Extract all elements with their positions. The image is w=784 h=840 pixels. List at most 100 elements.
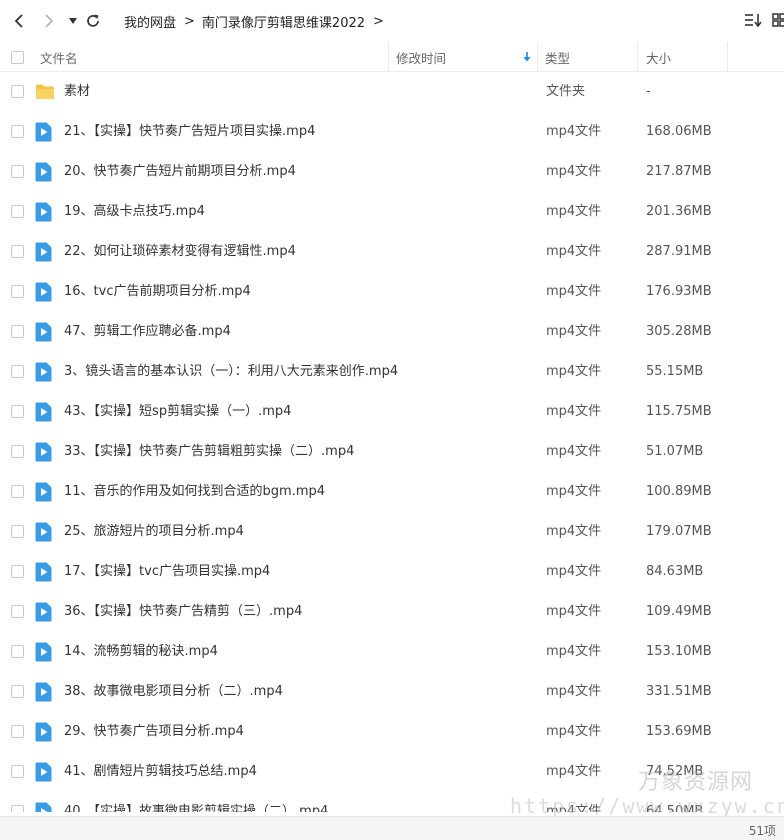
row-checkbox[interactable] bbox=[11, 525, 24, 538]
row-checkbox[interactable] bbox=[11, 485, 24, 498]
row-checkbox[interactable] bbox=[11, 805, 24, 812]
file-size: 115.75MB bbox=[646, 404, 712, 419]
file-row[interactable]: 16、tvc广告前期项目分析.mp4 mp4文件 176.93MB bbox=[0, 272, 784, 312]
file-name[interactable]: 16、tvc广告前期项目分析.mp4 bbox=[64, 272, 251, 312]
view-mode-button[interactable] bbox=[772, 12, 784, 32]
file-size: 100.89MB bbox=[646, 484, 712, 499]
row-checkbox[interactable] bbox=[11, 165, 24, 178]
breadcrumb-item-root[interactable]: 我的网盘 bbox=[124, 12, 176, 31]
video-file-icon bbox=[35, 362, 52, 386]
row-checkbox[interactable] bbox=[11, 325, 24, 338]
row-checkbox[interactable] bbox=[11, 125, 24, 138]
video-file-icon bbox=[35, 762, 52, 786]
column-type[interactable]: 类型 bbox=[545, 42, 570, 72]
file-type: mp4文件 bbox=[546, 404, 602, 419]
file-size: 287.91MB bbox=[646, 244, 712, 259]
file-name[interactable]: 40、【实操】故事微电影剪辑实操（二）.mp4 bbox=[64, 792, 328, 812]
file-name[interactable]: 21、【实操】快节奏广告短片项目实操.mp4 bbox=[64, 112, 315, 152]
file-row[interactable]: 43、【实操】短sp剪辑实操（一）.mp4 mp4文件 115.75MB bbox=[0, 392, 784, 432]
file-type: mp4文件 bbox=[546, 524, 602, 539]
file-name[interactable]: 47、剪辑工作应聘必备.mp4 bbox=[64, 312, 231, 352]
row-checkbox[interactable] bbox=[11, 605, 24, 618]
file-name[interactable]: 17、【实操】tvc广告项目实操.mp4 bbox=[64, 552, 270, 592]
breadcrumb-separator[interactable]: > bbox=[373, 14, 384, 29]
file-size: 74.52MB bbox=[646, 764, 704, 779]
back-button[interactable] bbox=[6, 8, 32, 34]
file-row[interactable]: 21、【实操】快节奏广告短片项目实操.mp4 mp4文件 168.06MB bbox=[0, 112, 784, 152]
row-checkbox[interactable] bbox=[11, 725, 24, 738]
file-row[interactable]: 14、流畅剪辑的秘诀.mp4 mp4文件 153.10MB bbox=[0, 632, 784, 672]
file-type: mp4文件 bbox=[546, 804, 602, 812]
sort-button[interactable] bbox=[744, 12, 762, 32]
file-row[interactable]: 19、高级卡点技巧.mp4 mp4文件 201.36MB bbox=[0, 192, 784, 232]
chevron-left-icon bbox=[14, 14, 23, 28]
file-row[interactable]: 22、如何让琐碎素材变得有逻辑性.mp4 mp4文件 287.91MB bbox=[0, 232, 784, 272]
file-name[interactable]: 14、流畅剪辑的秘诀.mp4 bbox=[64, 632, 218, 672]
file-row[interactable]: 17、【实操】tvc广告项目实操.mp4 mp4文件 84.63MB bbox=[0, 552, 784, 592]
column-divider[interactable] bbox=[388, 42, 389, 72]
checkbox[interactable] bbox=[11, 50, 24, 64]
row-checkbox[interactable] bbox=[11, 365, 24, 378]
file-type: mp4文件 bbox=[546, 444, 602, 459]
file-row[interactable]: 36、【实操】快节奏广告精剪（三）.mp4 mp4文件 109.49MB bbox=[0, 592, 784, 632]
file-row[interactable]: 25、旅游短片的项目分析.mp4 mp4文件 179.07MB bbox=[0, 512, 784, 552]
row-checkbox[interactable] bbox=[11, 205, 24, 218]
file-type: mp4文件 bbox=[546, 604, 602, 619]
column-divider[interactable] bbox=[637, 42, 638, 72]
column-name[interactable]: 文件名 bbox=[40, 42, 78, 72]
row-checkbox[interactable] bbox=[11, 685, 24, 698]
toolbar: 我的网盘 > 南门录像厅剪辑思维课2022 > bbox=[0, 0, 784, 42]
file-row[interactable]: 33、【实操】快节奏广告剪辑粗剪实操（二）.mp4 mp4文件 51.07MB bbox=[0, 432, 784, 472]
row-checkbox[interactable] bbox=[11, 285, 24, 298]
file-type: mp4文件 bbox=[546, 164, 602, 179]
file-row[interactable]: 20、快节奏广告短片前期项目分析.mp4 mp4文件 217.87MB bbox=[0, 152, 784, 192]
column-size[interactable]: 大小 bbox=[646, 42, 671, 72]
file-row[interactable]: 11、音乐的作用及如何找到合适的bgm.mp4 mp4文件 100.89MB bbox=[0, 472, 784, 512]
refresh-button[interactable] bbox=[80, 8, 106, 34]
file-row[interactable]: 29、快节奏广告项目分析.mp4 mp4文件 153.69MB bbox=[0, 712, 784, 752]
file-name[interactable]: 36、【实操】快节奏广告精剪（三）.mp4 bbox=[64, 592, 302, 632]
file-row[interactable]: 素材 文件夹 - bbox=[0, 72, 784, 112]
forward-button[interactable] bbox=[36, 8, 62, 34]
folder-icon bbox=[35, 83, 55, 104]
file-name[interactable]: 29、快节奏广告项目分析.mp4 bbox=[64, 712, 244, 752]
video-file-icon bbox=[35, 522, 52, 546]
file-name[interactable]: 33、【实操】快节奏广告剪辑粗剪实操（二）.mp4 bbox=[64, 432, 354, 472]
file-name[interactable]: 25、旅游短片的项目分析.mp4 bbox=[64, 512, 244, 552]
file-row[interactable]: 3、镜头语言的基本认识（一）：利用八大元素来创作.mp4 mp4文件 55.15… bbox=[0, 352, 784, 392]
file-name[interactable]: 3、镜头语言的基本认识（一）：利用八大元素来创作.mp4 bbox=[64, 352, 398, 392]
file-name[interactable]: 20、快节奏广告短片前期项目分析.mp4 bbox=[64, 152, 296, 192]
video-file-icon bbox=[35, 482, 52, 506]
column-divider[interactable] bbox=[537, 42, 538, 72]
video-file-icon bbox=[35, 602, 52, 626]
file-type: mp4文件 bbox=[546, 284, 602, 299]
file-name[interactable]: 素材 bbox=[64, 72, 90, 112]
file-name[interactable]: 38、故事微电影项目分析（二）.mp4 bbox=[64, 672, 283, 712]
file-name[interactable]: 43、【实操】短sp剪辑实操（一）.mp4 bbox=[64, 392, 291, 432]
file-size: 168.06MB bbox=[646, 124, 712, 139]
column-mtime[interactable]: 修改时间 bbox=[396, 42, 446, 72]
select-all-checkbox[interactable] bbox=[11, 42, 24, 72]
breadcrumb-item-current[interactable]: 南门录像厅剪辑思维课2022 bbox=[202, 12, 365, 31]
row-checkbox[interactable] bbox=[11, 245, 24, 258]
file-type: mp4文件 bbox=[546, 484, 602, 499]
file-row[interactable]: 38、故事微电影项目分析（二）.mp4 mp4文件 331.51MB bbox=[0, 672, 784, 712]
row-checkbox[interactable] bbox=[11, 445, 24, 458]
file-name[interactable]: 22、如何让琐碎素材变得有逻辑性.mp4 bbox=[64, 232, 296, 272]
file-row[interactable]: 40、【实操】故事微电影剪辑实操（二）.mp4 mp4文件 64.50MB bbox=[0, 792, 784, 812]
file-name[interactable]: 11、音乐的作用及如何找到合适的bgm.mp4 bbox=[64, 472, 325, 512]
file-row[interactable]: 47、剪辑工作应聘必备.mp4 mp4文件 305.28MB bbox=[0, 312, 784, 352]
row-checkbox[interactable] bbox=[11, 405, 24, 418]
column-divider[interactable] bbox=[727, 42, 728, 72]
file-row[interactable]: 41、剧情短片剪辑技巧总结.mp4 mp4文件 74.52MB bbox=[0, 752, 784, 792]
row-checkbox[interactable] bbox=[11, 765, 24, 778]
row-checkbox[interactable] bbox=[11, 645, 24, 658]
status-bar: 51项 bbox=[0, 816, 784, 840]
video-file-icon bbox=[35, 682, 52, 706]
row-checkbox[interactable] bbox=[11, 85, 24, 98]
file-size: 305.28MB bbox=[646, 324, 712, 339]
file-type: mp4文件 bbox=[546, 124, 602, 139]
file-name[interactable]: 19、高级卡点技巧.mp4 bbox=[64, 192, 205, 232]
row-checkbox[interactable] bbox=[11, 565, 24, 578]
file-name[interactable]: 41、剧情短片剪辑技巧总结.mp4 bbox=[64, 752, 257, 792]
